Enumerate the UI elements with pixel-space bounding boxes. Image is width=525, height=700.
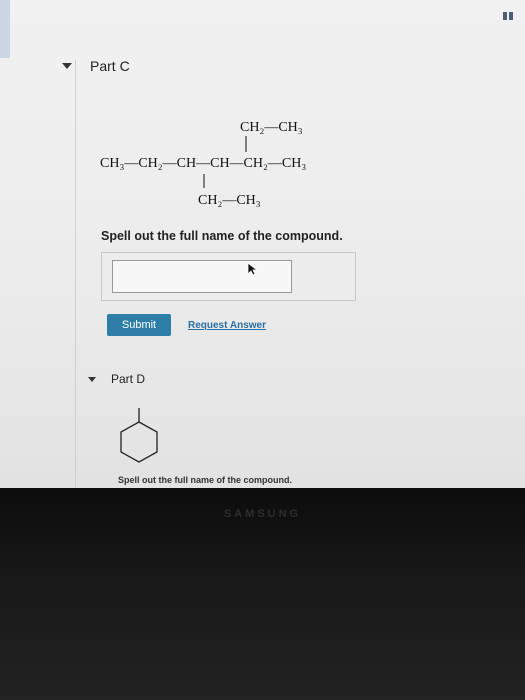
part-c-header[interactable]: Part C: [62, 58, 130, 74]
brand-logo: SAMSUNG: [223, 508, 302, 520]
left-sidebar-strip: [0, 0, 10, 58]
part-d-question: Spell out the full name of the compound.: [118, 475, 292, 485]
bottom-branch-text: CH₂—CH₃: [198, 193, 261, 208]
part-d-title: Part D: [111, 372, 146, 386]
hexagon-ring: [120, 421, 158, 463]
browser-screen: Part C CH₂—CH₃ CH₃—CH₂—CH—CH—CH₂—CH₃ CH₂…: [0, 0, 525, 488]
request-answer-link[interactable]: Request Answer: [188, 320, 266, 331]
part-d-header[interactable]: Part D: [88, 372, 145, 386]
chemical-structure: CH₂—CH₃ CH₃—CH₂—CH—CH—CH₂—CH₃ CH₂—CH₃: [96, 110, 376, 215]
caret-down-icon[interactable]: [88, 376, 96, 382]
part-c-title: Part C: [90, 58, 130, 74]
caret-down-icon[interactable]: [62, 63, 72, 69]
answer-panel: [101, 252, 356, 301]
part-c-question: Spell out the full name of the compound.: [101, 229, 343, 243]
app-menu-icon[interactable]: [503, 12, 513, 20]
section-divider: [75, 60, 76, 488]
top-branch-text: CH₂—CH₃: [240, 120, 303, 135]
main-chain-text: CH₃—CH₂—CH—CH—CH₂—CH₃: [100, 156, 306, 171]
submit-button[interactable]: Submit: [107, 314, 171, 336]
answer-input[interactable]: [112, 260, 292, 293]
cyclohexane-structure: [117, 408, 161, 464]
